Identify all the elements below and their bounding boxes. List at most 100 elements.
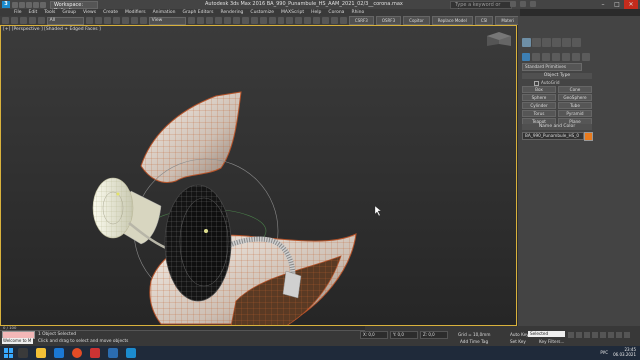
scale-icon[interactable] <box>139 17 147 24</box>
auto-key-button[interactable]: Auto Key <box>510 332 529 337</box>
save-file-icon[interactable] <box>26 1 32 8</box>
y-coordinate-field[interactable]: Y: 0,0 <box>390 331 418 339</box>
box-button[interactable]: Box <box>522 86 556 93</box>
menu-corona[interactable]: Corona <box>328 10 344 15</box>
chrome-icon[interactable] <box>72 348 82 358</box>
snaps-toggle-icon[interactable] <box>215 17 222 24</box>
keyboard-shortcut-icon[interactable] <box>206 17 214 24</box>
hierarchy-tab-icon[interactable] <box>542 38 551 47</box>
percent-snap-icon[interactable] <box>232 17 240 24</box>
right-cap-disc-mesh[interactable] <box>164 184 232 302</box>
photoshop-icon[interactable] <box>108 348 118 358</box>
cylinder-button[interactable]: Cylinder <box>522 102 556 109</box>
set-key-button[interactable]: Set Key <box>510 339 526 344</box>
close-icon[interactable]: ✕ <box>624 0 638 9</box>
menu-graph-editors[interactable]: Graph Editors <box>183 10 214 15</box>
align-icon[interactable] <box>268 17 276 24</box>
unlink-icon[interactable] <box>28 17 36 24</box>
redo-icon[interactable] <box>10 17 18 24</box>
menu-group[interactable]: Group <box>62 10 76 15</box>
redo-icon[interactable] <box>40 1 46 8</box>
key-set-dropdown[interactable]: Selected <box>528 331 565 337</box>
menu-rhino[interactable]: Rhino <box>351 10 364 15</box>
select-object-icon[interactable] <box>86 17 94 24</box>
undo-icon[interactable] <box>33 1 39 8</box>
reference-coordinate-dropdown[interactable]: View <box>148 16 187 25</box>
replace-model-button[interactable]: Replace Model <box>431 16 473 25</box>
layer-manager-icon[interactable] <box>277 17 285 24</box>
z-coordinate-field[interactable]: Z: 0,0 <box>420 331 448 339</box>
file-explorer-icon[interactable] <box>36 348 46 358</box>
menu-create[interactable]: Create <box>103 10 118 15</box>
modify-tab-icon[interactable] <box>532 38 541 47</box>
csrf3-button[interactable]: CSRF3 <box>348 16 374 25</box>
utilities-tab-icon[interactable] <box>572 38 581 47</box>
curve-editor-icon[interactable] <box>295 17 303 24</box>
menu-customize[interactable]: Customize <box>250 10 274 15</box>
account-icon[interactable] <box>520 1 526 7</box>
undo-icon[interactable] <box>2 17 9 24</box>
search-icon[interactable] <box>510 1 516 7</box>
angle-snap-icon[interactable] <box>223 17 231 24</box>
x-coordinate-field[interactable]: X: 0,0 <box>360 331 388 339</box>
time-slider[interactable]: 0 / 100 <box>0 325 365 331</box>
new-file-icon[interactable] <box>12 1 18 8</box>
opera-icon[interactable] <box>90 348 100 358</box>
menu-views[interactable]: Views <box>83 10 96 15</box>
render-frame-icon[interactable] <box>331 17 338 24</box>
go-to-end-icon[interactable] <box>600 332 606 338</box>
object-type-rollout-header[interactable]: Object Type <box>522 73 592 79</box>
schematic-view-icon[interactable] <box>304 17 312 24</box>
bind-spacewarp-icon[interactable] <box>37 17 45 24</box>
maximize-icon[interactable]: □ <box>610 0 624 9</box>
link-icon[interactable] <box>19 17 27 24</box>
menu-tools[interactable]: Tools <box>44 10 55 15</box>
motion-tab-icon[interactable] <box>552 38 561 47</box>
named-selection-icon[interactable] <box>250 17 258 24</box>
orbit-icon[interactable] <box>624 332 630 338</box>
menu-rendering[interactable]: Rendering <box>220 10 243 15</box>
selection-filter-dropdown[interactable]: All <box>46 16 85 25</box>
menu-file[interactable]: File <box>14 10 22 15</box>
window-crossing-icon[interactable] <box>112 17 120 24</box>
menu-edit[interactable]: Edit <box>29 10 38 15</box>
go-to-start-icon[interactable] <box>568 332 574 338</box>
perspective-viewport[interactable] <box>0 25 517 326</box>
language-indicator[interactable]: РУС <box>600 350 608 355</box>
play-icon[interactable] <box>584 332 590 338</box>
autogrid-checkbox[interactable]: AutoGrid <box>534 80 560 86</box>
primitive-type-dropdown[interactable]: Standard Primitives <box>522 63 582 71</box>
material-editor-icon[interactable] <box>313 17 321 24</box>
task-view-icon[interactable] <box>18 348 28 358</box>
object-name-field[interactable]: BA_990_Punambule_HS_0 <box>522 132 584 140</box>
shapes-icon[interactable] <box>532 53 540 61</box>
3dsmax-app-icon[interactable] <box>126 348 136 358</box>
create-tab-icon[interactable] <box>522 38 531 47</box>
menu-animation[interactable]: Animation <box>153 10 176 15</box>
3dsmax-logo-icon[interactable]: 3 <box>2 1 10 8</box>
next-frame-icon[interactable] <box>592 332 598 338</box>
name-color-rollout-header[interactable]: Name and Color <box>522 124 592 130</box>
select-by-name-icon[interactable] <box>95 17 103 24</box>
viewport-label[interactable]: [+] [Perspective ] [Shaded + Edged Faces… <box>3 27 101 32</box>
move-icon[interactable] <box>121 17 129 24</box>
previous-frame-icon[interactable] <box>576 332 582 338</box>
spinner-snap-icon[interactable] <box>241 17 249 24</box>
search-input[interactable]: Type a keyword or phrase <box>450 1 512 14</box>
sphere-button[interactable]: Sphere <box>522 94 556 101</box>
minimize-icon[interactable]: – <box>596 0 610 9</box>
graphite-toggle-icon[interactable] <box>286 17 294 24</box>
left-cap-mesh[interactable] <box>92 177 162 245</box>
3dsmax-task-icon[interactable] <box>54 348 64 358</box>
mirror-icon[interactable] <box>259 17 267 24</box>
torus-button[interactable]: Torus <box>522 110 556 117</box>
menu-modifiers[interactable]: Modifiers <box>125 10 146 15</box>
welcome-field[interactable]: Welcome to M <box>2 338 33 344</box>
space-warps-icon[interactable] <box>572 53 580 61</box>
view-cube-icon[interactable] <box>487 32 511 46</box>
lights-icon[interactable] <box>542 53 550 61</box>
pan-icon[interactable] <box>616 332 622 338</box>
pyramid-button[interactable]: Pyramid <box>558 110 592 117</box>
windows-start-icon[interactable] <box>4 348 14 358</box>
geometry-icon[interactable] <box>522 53 530 61</box>
